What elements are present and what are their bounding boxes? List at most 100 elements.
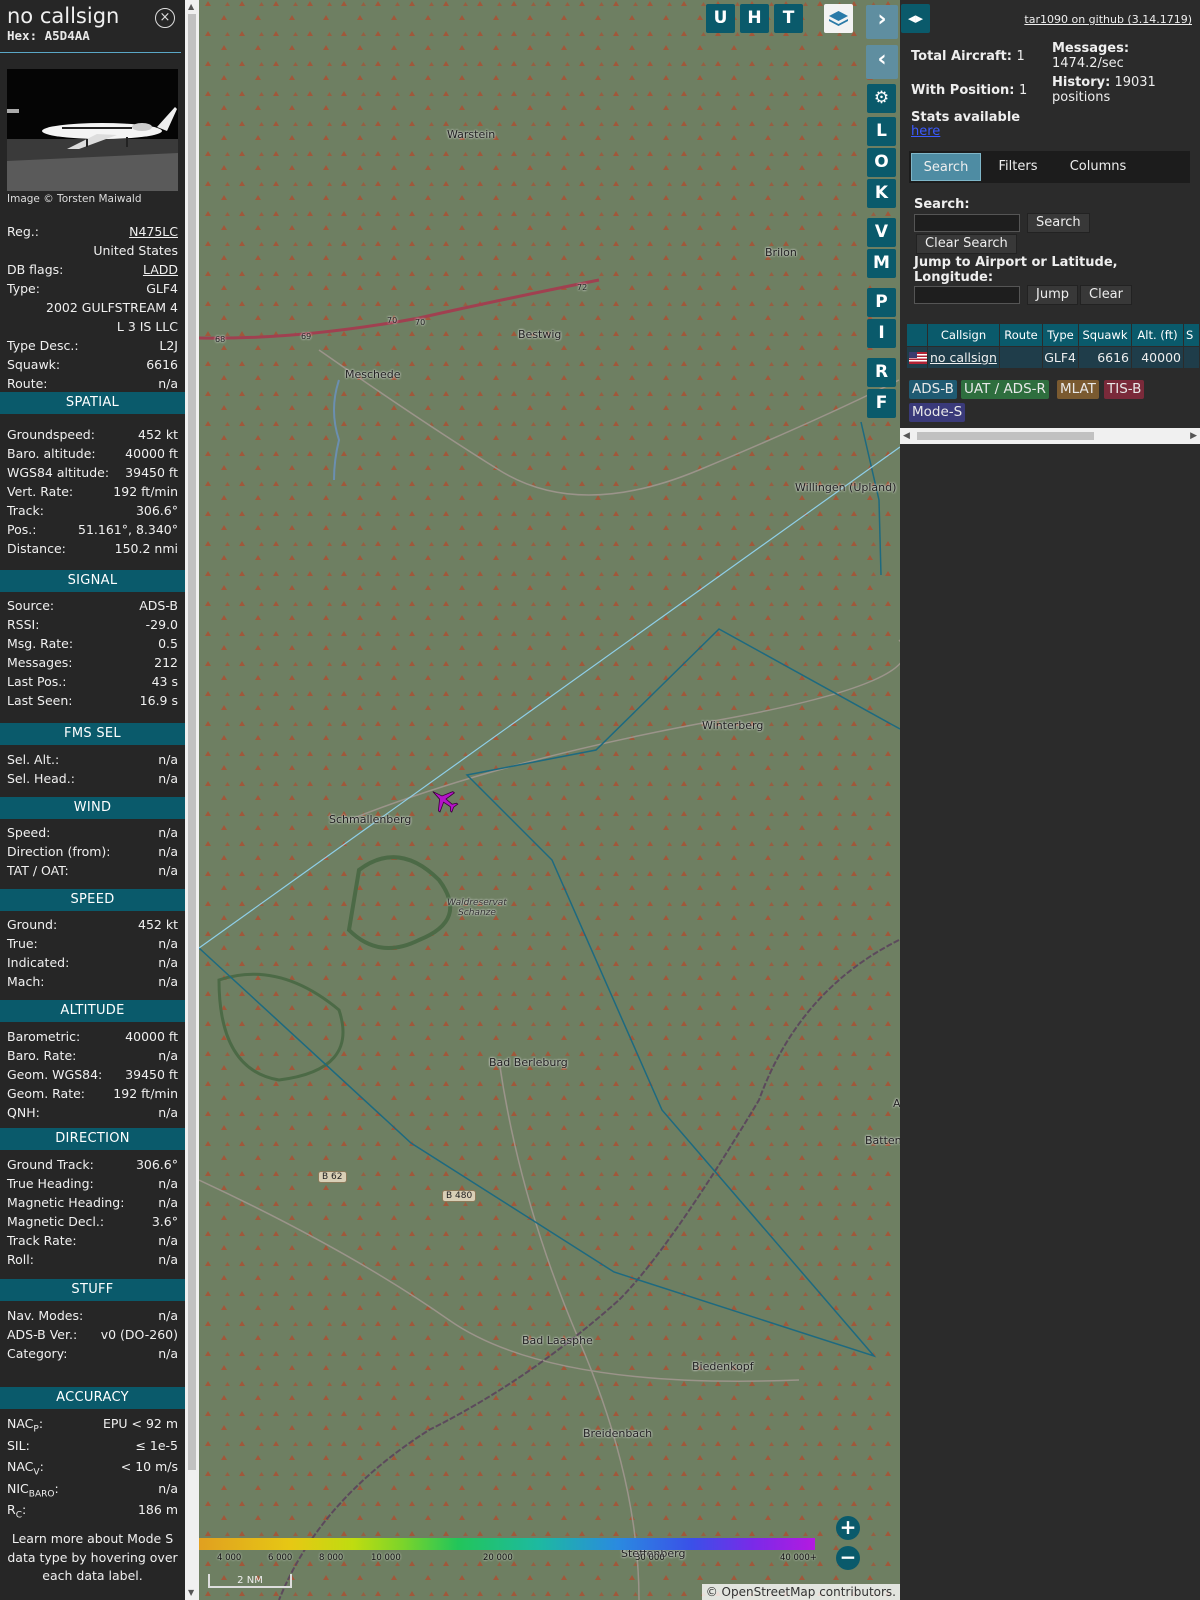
data-label[interactable]: True Heading: bbox=[7, 1174, 94, 1193]
close-icon[interactable]: × bbox=[155, 8, 175, 28]
data-label[interactable]: WGS84 altitude: bbox=[7, 463, 109, 482]
place-label: Brilon bbox=[765, 246, 797, 259]
toggle-f-button[interactable]: F bbox=[867, 389, 896, 418]
altitude-tick: 30 000 bbox=[635, 1553, 665, 1563]
toggle-r-button[interactable]: R bbox=[867, 358, 896, 387]
data-row: Track Rate: n/a bbox=[7, 1231, 178, 1250]
data-label[interactable]: True: bbox=[7, 934, 38, 953]
data-label[interactable]: Geom. Rate: bbox=[7, 1084, 85, 1103]
section-header: DIRECTION bbox=[0, 1128, 185, 1150]
info-scrollbar[interactable]: ▲ ▼ bbox=[185, 0, 199, 1600]
data-label[interactable]: Vert. Rate: bbox=[7, 482, 73, 501]
aircraft-info-panel: no callsign Hex: A5D4AA × Image © Torste… bbox=[0, 0, 185, 1600]
jump-input[interactable] bbox=[914, 286, 1020, 304]
data-label[interactable]: Messages: bbox=[7, 653, 73, 672]
data-value: n/a bbox=[158, 825, 178, 840]
row-callsign[interactable]: no callsign bbox=[928, 347, 1000, 368]
toggle-p-button[interactable]: P bbox=[867, 288, 896, 317]
data-label[interactable]: TAT / OAT: bbox=[7, 861, 69, 880]
data-label[interactable]: RSSI: bbox=[7, 615, 39, 634]
data-label[interactable]: Pos.: bbox=[7, 520, 36, 539]
map[interactable]: Warstein Brilon Meschede Bestwig Willing… bbox=[199, 0, 900, 1600]
data-label[interactable]: RC: bbox=[7, 1500, 26, 1526]
data-label[interactable]: Baro. altitude: bbox=[7, 444, 96, 463]
place-label: Bad Berleburg bbox=[489, 1056, 568, 1069]
detail-value[interactable]: N475LC bbox=[129, 222, 178, 241]
zoom-out-button[interactable]: − bbox=[836, 1546, 860, 1570]
toggle-h-button[interactable]: H bbox=[740, 4, 769, 33]
clear-search-button[interactable]: Clear Search bbox=[916, 234, 1017, 254]
data-label[interactable]: Ground: bbox=[7, 915, 57, 934]
data-label[interactable]: Speed: bbox=[7, 823, 50, 842]
toggle-v-button[interactable]: V bbox=[867, 218, 896, 247]
data-label[interactable]: Msg. Rate: bbox=[7, 634, 73, 653]
toggle-o-button[interactable]: O bbox=[867, 148, 896, 177]
data-label[interactable]: SIL: bbox=[7, 1436, 30, 1455]
stats-link[interactable]: here bbox=[911, 124, 940, 139]
data-label[interactable]: Roll: bbox=[7, 1250, 34, 1269]
table-header[interactable]: Alt. (ft) bbox=[1132, 324, 1184, 346]
aircraft-photo[interactable] bbox=[7, 69, 178, 191]
data-label[interactable]: Track Rate: bbox=[7, 1231, 77, 1250]
data-label[interactable]: Category: bbox=[7, 1344, 67, 1363]
table-scrollbar[interactable]: ◀ ▶ bbox=[900, 428, 1200, 444]
map-attribution[interactable]: © OpenStreetMap contributors. bbox=[701, 1584, 900, 1600]
data-row: Messages: 212 bbox=[7, 653, 178, 672]
data-row: Last Pos.: 43 s bbox=[7, 672, 178, 691]
data-label[interactable]: Indicated: bbox=[7, 953, 69, 972]
data-label[interactable]: Magnetic Decl.: bbox=[7, 1212, 104, 1231]
data-label[interactable]: Nav. Modes: bbox=[7, 1306, 83, 1325]
data-label[interactable]: Ground Track: bbox=[7, 1155, 94, 1174]
table-header[interactable]: Squawk bbox=[1079, 324, 1132, 346]
data-label[interactable]: Last Seen: bbox=[7, 691, 72, 710]
detail-value[interactable]: LADD bbox=[143, 260, 178, 279]
data-label[interactable]: Baro. Rate: bbox=[7, 1046, 76, 1065]
tab-search[interactable]: Search bbox=[911, 153, 981, 181]
data-row: Pos.: 51.161°, 8.340° bbox=[7, 520, 178, 539]
data-value: n/a bbox=[158, 1308, 178, 1323]
data-label[interactable]: Groundspeed: bbox=[7, 425, 95, 444]
data-label[interactable]: Sel. Alt.: bbox=[7, 750, 59, 769]
data-label[interactable]: Source: bbox=[7, 596, 54, 615]
data-row: NICBARO: n/a bbox=[7, 1479, 178, 1500]
toggle-l-button[interactable]: L bbox=[867, 117, 896, 146]
data-label[interactable]: Sel. Head.: bbox=[7, 769, 75, 788]
data-label[interactable]: Direction (from): bbox=[7, 842, 111, 861]
data-row: Ground: 452 kt bbox=[7, 915, 178, 934]
tab-columns[interactable]: Columns bbox=[1055, 153, 1141, 181]
table-header[interactable]: S bbox=[1184, 324, 1200, 346]
data-label[interactable]: ADS-B Ver.: bbox=[7, 1325, 77, 1344]
table-header[interactable]: Type bbox=[1043, 324, 1079, 346]
data-label[interactable]: Track: bbox=[7, 501, 44, 520]
table-header[interactable]: Route bbox=[1000, 324, 1043, 346]
data-value: n/a bbox=[158, 863, 178, 878]
source-badge-adsb: ADS-B bbox=[909, 380, 957, 399]
clear-button[interactable]: Clear bbox=[1080, 285, 1132, 305]
toggle-u-button[interactable]: U bbox=[706, 4, 735, 33]
data-label[interactable]: Magnetic Heading: bbox=[7, 1193, 124, 1212]
data-label[interactable]: Mach: bbox=[7, 972, 44, 991]
data-label[interactable]: Geom. WGS84: bbox=[7, 1065, 102, 1084]
search-input[interactable] bbox=[914, 214, 1020, 232]
data-label[interactable]: Distance: bbox=[7, 539, 66, 558]
chevron-left-icon[interactable]: ‹ bbox=[866, 45, 898, 79]
jump-button[interactable]: Jump bbox=[1027, 285, 1078, 305]
toggle-m-button[interactable]: M bbox=[867, 249, 896, 278]
version-link[interactable]: tar1090 on github (3.14.1719) bbox=[1024, 13, 1192, 26]
toggle-t-button[interactable]: T bbox=[774, 4, 803, 33]
expand-panel-icon[interactable]: ◂▸ bbox=[901, 4, 930, 33]
tab-filters[interactable]: Filters bbox=[985, 153, 1051, 181]
gear-icon[interactable]: ⚙ bbox=[867, 84, 896, 113]
data-label[interactable]: Last Pos.: bbox=[7, 672, 66, 691]
toggle-k-button[interactable]: K bbox=[867, 179, 896, 208]
chevron-right-icon[interactable]: › bbox=[866, 5, 898, 39]
data-row: Distance: 150.2 nmi bbox=[7, 539, 178, 558]
zoom-in-button[interactable]: + bbox=[836, 1516, 860, 1540]
table-header[interactable]: Callsign bbox=[928, 324, 1000, 346]
layers-icon[interactable] bbox=[824, 4, 853, 33]
stats-available: Stats available bbox=[911, 110, 1021, 125]
search-button[interactable]: Search bbox=[1027, 213, 1090, 233]
data-label[interactable]: Barometric: bbox=[7, 1027, 80, 1046]
toggle-i-button[interactable]: I bbox=[867, 319, 896, 348]
data-label[interactable]: QNH: bbox=[7, 1103, 40, 1122]
